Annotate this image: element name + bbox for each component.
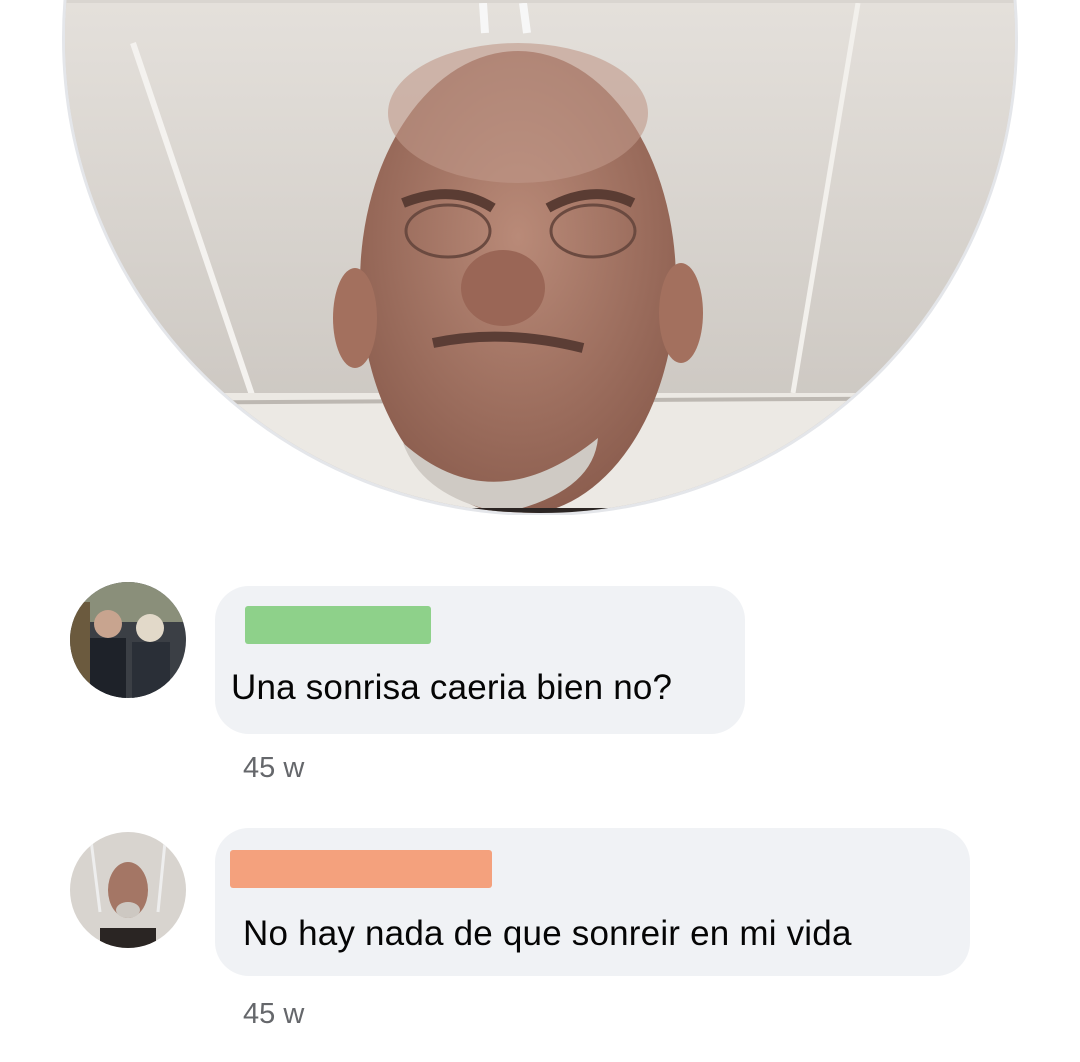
profile-photo-area [0, 0, 1080, 515]
comment-timestamp[interactable]: 45 w [243, 998, 304, 1031]
commenter-avatar[interactable] [70, 582, 186, 698]
avatar-image [70, 582, 186, 698]
profile-photo[interactable] [62, 0, 1018, 515]
commenter-avatar[interactable] [70, 832, 186, 948]
comment-2: No hay nada de que sonreir en mi vida 45… [0, 828, 1080, 1048]
redacted-author-name [230, 850, 492, 888]
profile-photo-image [65, 3, 1015, 513]
comment-timestamp[interactable]: 45 w [243, 752, 304, 785]
avatar-image [70, 832, 186, 948]
comment-text: No hay nada de que sonreir en mi vida [243, 914, 852, 953]
comment-bubble[interactable]: No hay nada de que sonreir en mi vida [215, 828, 970, 976]
comment-bubble[interactable]: Una sonrisa caeria bien no? [215, 586, 745, 734]
comment-1: Una sonrisa caeria bien no? 45 w [0, 580, 1080, 800]
redacted-author-name [245, 606, 431, 644]
comment-text: Una sonrisa caeria bien no? [231, 668, 673, 707]
